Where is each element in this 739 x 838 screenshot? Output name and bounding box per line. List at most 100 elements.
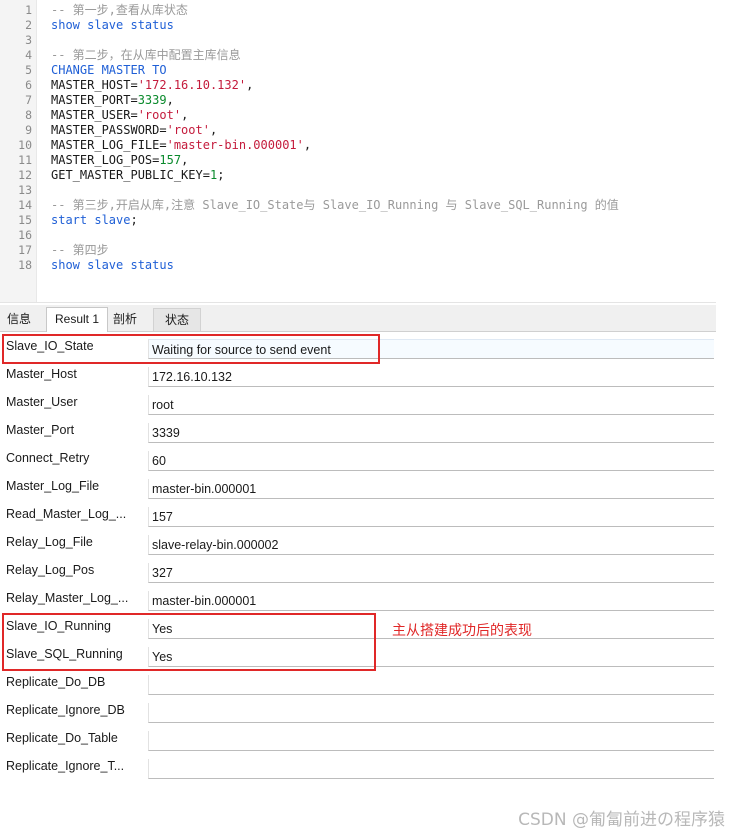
line-number: 8 [25,108,32,122]
field-name: Connect_Retry [6,451,90,465]
field-name: Replicate_Ignore_DB [6,703,125,717]
tab-result-1[interactable]: Result 1 [46,307,108,332]
line-number: 4 [25,48,32,62]
line-number: 18 [18,258,32,272]
code-token: MASTER_PASSWORD= [51,123,167,137]
field-name: Master_Host [6,367,77,381]
field-row: Master_Log_File master-bin.000001 [0,472,716,500]
code-token: CHANGE MASTER TO [51,63,167,77]
sql-editor[interactable]: 1 -- 第一步,查看从库状态 2 show slave status 3 4 -- 第二步… [0,0,716,303]
line-number: 5 [25,63,32,77]
field-row: Relay_Log_Pos 327 [0,556,716,584]
line-number: 7 [25,93,32,107]
code-token: show slave status [51,258,174,272]
tab-info[interactable]: 信息 [2,308,36,330]
field-value[interactable]: master-bin.000001 [148,479,714,499]
code-text: GET_MASTER_PUBLIC_KEY=1; [51,168,224,183]
code-token: -- 第三步,开启从库,注意 Slave_IO_State与 Slave_IO_… [51,198,619,212]
field-value[interactable]: slave-relay-bin.000002 [148,535,714,555]
line-number: 16 [18,228,32,242]
field-name: Relay_Log_File [6,535,93,549]
line-number: 12 [18,168,32,182]
field-row: Master_Port 3339 [0,416,716,444]
field-name: Relay_Log_Pos [6,563,95,577]
code-token: show slave status [51,18,174,32]
field-row: Master_Host 172.16.10.132 [0,360,716,388]
line-number: 17 [18,243,32,257]
result-tab-bar: 信息 Result 1 剖析 状态 [0,305,716,332]
field-value[interactable] [148,759,714,779]
field-value[interactable] [148,703,714,723]
code-text: start slave; [51,213,138,228]
field-value[interactable]: 327 [148,563,714,583]
field-value[interactable]: master-bin.000001 [148,591,714,611]
code-token: MASTER_PORT= [51,93,138,107]
field-name: Relay_Master_Log_... [6,591,129,605]
code-token: MASTER_LOG_POS= [51,153,160,167]
line-number: 13 [18,183,32,197]
code-text: MASTER_LOG_POS=157, [51,153,188,168]
code-token: -- 第一步,查看从库状态 [51,3,188,17]
code-text: MASTER_LOG_FILE='master-bin.000001', [51,138,311,153]
field-row: Relay_Log_File slave-relay-bin.000002 [0,528,716,556]
field-row: Replicate_Ignore_T... [0,752,716,780]
field-value[interactable]: root [148,395,714,415]
line-number: 3 [25,33,32,47]
tab-status[interactable]: 状态 [153,308,201,331]
code-token: -- 第四步 [51,243,109,257]
code-token: 157 [159,153,182,167]
field-name: Master_User [6,395,78,409]
field-value[interactable]: 172.16.10.132 [148,367,714,387]
line-number: 1 [25,3,32,17]
code-text: -- 第一步,查看从库状态 [51,3,188,18]
code-token: ; [217,168,225,182]
code-text: show slave status [51,258,174,273]
field-row: Master_User root [0,388,716,416]
code-token: -- 第二步，在从库中配置主库信息 [51,48,241,62]
watermark: CSDN @匍匐前进の程序猿 [518,810,725,830]
tab-profile[interactable]: 剖析 [108,308,142,330]
field-name: Read_Master_Log_... [6,507,127,521]
code-token: 3339 [137,93,167,107]
code-token: '172.16.10.132' [137,78,247,92]
annotation-text: 主从搭建成功后的表现 [392,623,532,639]
line-number: 2 [25,18,32,32]
code-token: MASTER_USER= [51,108,138,122]
field-row: Replicate_Ignore_DB [0,696,716,724]
field-name: Master_Port [6,423,75,437]
code-text: -- 第二步，在从库中配置主库信息 [51,48,241,63]
field-value[interactable] [148,731,714,751]
field-row: Read_Master_Log_... 157 [0,500,716,528]
highlight-box-running [2,613,376,671]
code-token: MASTER_LOG_FILE= [51,138,167,152]
code-token: ; [130,213,138,227]
code-token: , [181,153,189,167]
code-token: start slave [51,213,131,227]
field-row: Replicate_Do_Table [0,724,716,752]
field-value[interactable] [148,675,714,695]
code-text: MASTER_PORT=3339, [51,93,174,108]
code-text: CHANGE MASTER TO [51,63,167,78]
line-number: 14 [18,198,32,212]
line-number: 9 [25,123,32,137]
line-number: 15 [18,213,32,227]
field-value[interactable]: 3339 [148,423,714,443]
code-text: MASTER_HOST='172.16.10.132', [51,78,253,93]
code-token: , [166,93,174,107]
highlight-box-io-state [2,334,380,364]
field-name: Master_Log_File [6,479,100,493]
line-number: 10 [18,138,32,152]
code-token: MASTER_HOST= [51,78,138,92]
code-token: GET_MASTER_PUBLIC_KEY= [51,168,210,182]
code-token: , [303,138,312,152]
field-value[interactable]: 60 [148,451,714,471]
field-row: Connect_Retry 60 [0,444,716,472]
code-token: 'root' [137,108,182,122]
field-name: Replicate_Do_DB [6,675,106,689]
code-text: show slave status [51,18,174,33]
field-row: Replicate_Do_DB [0,668,716,696]
code-token: , [246,78,254,92]
field-name: Replicate_Ignore_T... [6,759,125,773]
field-row: Relay_Master_Log_... master-bin.000001 [0,584,716,612]
field-value[interactable]: 157 [148,507,714,527]
